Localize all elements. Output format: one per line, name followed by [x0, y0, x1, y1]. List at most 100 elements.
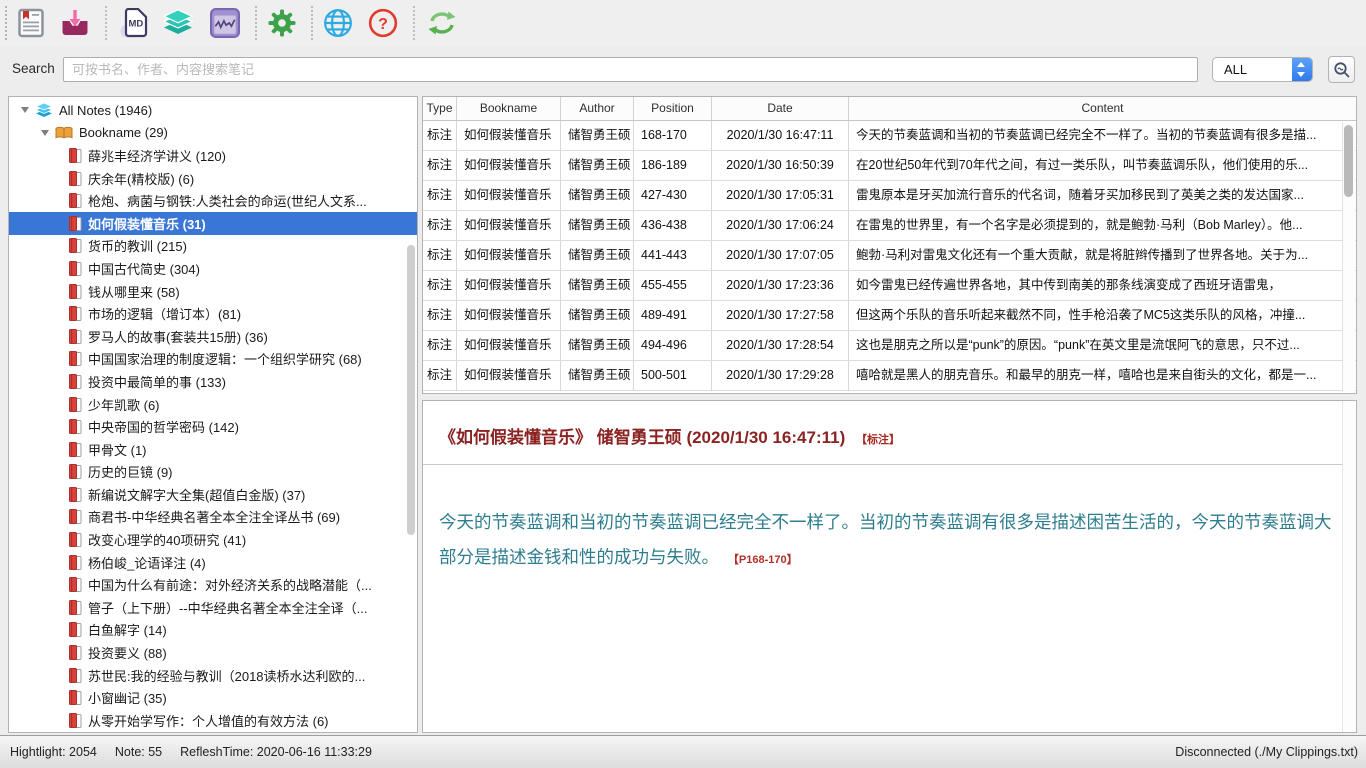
tree-item-bookname-group[interactable]: Bookname (29) — [9, 122, 417, 145]
tree-item-book[interactable]: 中国古代简史 (304) — [9, 257, 417, 280]
tree-item-book[interactable]: 管子（上下册）--中华经典名著全本全注全译（... — [9, 596, 417, 619]
column-header-content[interactable]: Content — [849, 97, 1356, 120]
tree-item-label: 历史的巨镜 (9) — [88, 462, 173, 481]
table-header: Type Bookname Author Position Date Conte… — [423, 97, 1356, 121]
search-input[interactable] — [63, 57, 1198, 82]
disclosure-triangle-icon[interactable] — [21, 107, 29, 113]
note-title-text: 《如何假装懂音乐》 储智勇王硕 (2020/1/30 16:47:11) — [439, 428, 845, 447]
tree-item-label: 苏世民:我的经验与教训（2018读桥水达利欧的... — [88, 666, 365, 685]
tree-item-label: 白鱼解字 (14) — [88, 620, 167, 639]
tree-item-book[interactable]: 中国国家治理的制度逻辑：一个组织学研究 (68) — [9, 348, 417, 371]
detail-scrollbar-track[interactable] — [1342, 401, 1356, 732]
book-icon — [69, 329, 82, 344]
toolbar-separator — [255, 6, 257, 40]
book-icon — [69, 509, 82, 524]
select-stepper-icon — [1292, 58, 1312, 81]
tree-item-book[interactable]: 中央帝国的哲学密码 (142) — [9, 415, 417, 438]
tree-item-label: Bookname (29) — [79, 125, 168, 140]
table-body: 标注 如何假装懂音乐 储智勇王硕 168-170 2020/1/30 16:47… — [423, 121, 1356, 391]
tree-item-label: All Notes (1946) — [59, 103, 152, 118]
svg-text:MD: MD — [129, 19, 144, 30]
book-tree: All Notes (1946) Bookname (29) 薛兆丰经济学讲义 … — [9, 97, 417, 732]
bookname-group-icon — [55, 126, 73, 140]
tree-item-label: 钱从哪里来 (58) — [88, 282, 180, 301]
cell-author: 储智勇王硕 — [561, 241, 634, 270]
column-header-type[interactable]: Type — [423, 97, 457, 120]
tree-item-book[interactable]: 钱从哪里来 (58) — [9, 280, 417, 303]
tree-item-book[interactable]: 新编说文解字大全集(超值白金版) (37) — [9, 483, 417, 506]
search-button[interactable] — [1328, 56, 1355, 83]
table-row[interactable]: 标注 如何假装懂音乐 储智勇王硕 168-170 2020/1/30 16:47… — [423, 121, 1356, 151]
column-header-date[interactable]: Date — [712, 97, 849, 120]
cell-author: 储智勇王硕 — [561, 121, 634, 150]
cell-date: 2020/1/30 17:23:36 — [712, 271, 849, 300]
cell-bookname: 如何假装懂音乐 — [457, 301, 561, 330]
sidebar: All Notes (1946) Bookname (29) 薛兆丰经济学讲义 … — [8, 96, 418, 733]
tree-item-book[interactable]: 杨伯峻_论语译注 (4) — [9, 551, 417, 574]
column-header-author[interactable]: Author — [561, 97, 634, 120]
tree-item-book[interactable]: 甲骨文 (1) — [9, 438, 417, 461]
website-globe-icon[interactable] — [323, 8, 353, 38]
tree-item-book[interactable]: 白鱼解字 (14) — [9, 619, 417, 642]
sync-refresh-icon[interactable] — [427, 8, 457, 38]
table-scrollbar-track[interactable] — [1342, 122, 1355, 392]
search-scope-select[interactable]: ALL — [1212, 57, 1313, 82]
tree-item-book[interactable]: 投资中最简单的事 (133) — [9, 370, 417, 393]
clippings-document-icon[interactable] — [16, 8, 46, 38]
tree-item-label: 货币的教训 (215) — [88, 236, 187, 255]
table-row[interactable]: 标注 如何假装懂音乐 储智勇王硕 500-501 2020/1/30 17:29… — [423, 361, 1356, 391]
toolbar-separator — [413, 6, 415, 40]
tree-item-book[interactable]: 从零开始学写作：个人增值的有效方法 (6) — [9, 709, 417, 732]
help-icon[interactable]: ? — [368, 8, 398, 38]
book-icon — [69, 351, 82, 366]
book-icon — [69, 464, 82, 479]
column-header-position[interactable]: Position — [634, 97, 712, 120]
table-row[interactable]: 标注 如何假装懂音乐 储智勇王硕 441-443 2020/1/30 17:07… — [423, 241, 1356, 271]
tree-item-book[interactable]: 投资要义 (88) — [9, 641, 417, 664]
tree-item-book[interactable]: 小窗幽记 (35) — [9, 686, 417, 709]
tree-item-book[interactable]: 历史的巨镜 (9) — [9, 461, 417, 484]
book-icon — [69, 645, 82, 660]
book-icon — [69, 284, 82, 299]
column-header-bookname[interactable]: Bookname — [457, 97, 561, 120]
status-reflesh-time: RefleshTime: 2020-06-16 11:33:29 — [180, 745, 372, 759]
tree-item-all-notes[interactable]: All Notes (1946) — [9, 99, 417, 122]
status-connection: Disconnected (./My Clippings.txt) — [1175, 745, 1358, 759]
settings-gear-icon[interactable] — [267, 8, 297, 38]
sidebar-scrollbar-thumb[interactable] — [407, 245, 415, 535]
statistics-icon[interactable] — [210, 8, 240, 38]
cell-date: 2020/1/30 17:06:24 — [712, 211, 849, 240]
tree-item-book[interactable]: 改变心理学的40项研究 (41) — [9, 528, 417, 551]
cell-author: 储智勇王硕 — [561, 151, 634, 180]
merge-layers-icon[interactable] — [163, 8, 193, 38]
tree-item-book[interactable]: 罗马人的故事(套装共15册) (36) — [9, 325, 417, 348]
table-row[interactable]: 标注 如何假装懂音乐 储智勇王硕 186-189 2020/1/30 16:50… — [423, 151, 1356, 181]
disclosure-triangle-icon[interactable] — [41, 130, 49, 136]
tree-item-book[interactable]: 枪炮、病菌与钢铁:人类社会的命运(世纪人文系... — [9, 189, 417, 212]
toolbar: MD ? — [0, 0, 1366, 46]
all-notes-icon — [35, 102, 53, 118]
import-clippings-icon[interactable] — [60, 8, 90, 38]
tree-item-book[interactable]: 如何假装懂音乐 (31) — [9, 212, 417, 235]
tree-item-label: 中国为什么有前途：对外经济关系的战略潜能（... — [88, 575, 372, 594]
status-bar: Hightlight: 2054 Note: 55 RefleshTime: 2… — [0, 735, 1366, 768]
table-row[interactable]: 标注 如何假装懂音乐 储智勇王硕 427-430 2020/1/30 17:05… — [423, 181, 1356, 211]
tree-item-book[interactable]: 少年凯歌 (6) — [9, 393, 417, 416]
table-row[interactable]: 标注 如何假装懂音乐 储智勇王硕 494-496 2020/1/30 17:28… — [423, 331, 1356, 361]
tree-item-book[interactable]: 商君书-中华经典名著全本全注全译丛书 (69) — [9, 506, 417, 529]
cell-type: 标注 — [423, 301, 457, 330]
table-scrollbar-thumb[interactable] — [1344, 125, 1353, 197]
tree-item-book[interactable]: 薛兆丰经济学讲义 (120) — [9, 144, 417, 167]
tree-item-book[interactable]: 市场的逻辑（增订本）(81) — [9, 302, 417, 325]
tree-item-book[interactable]: 货币的教训 (215) — [9, 235, 417, 258]
tree-item-book[interactable]: 苏世民:我的经验与教训（2018读桥水达利欧的... — [9, 664, 417, 687]
table-row[interactable]: 标注 如何假装懂音乐 储智勇王硕 455-455 2020/1/30 17:23… — [423, 271, 1356, 301]
tree-item-label: 投资中最简单的事 (133) — [88, 372, 226, 391]
tree-item-book[interactable]: 中国为什么有前途：对外经济关系的战略潜能（... — [9, 573, 417, 596]
cell-position: 500-501 — [634, 361, 712, 390]
markdown-export-icon[interactable]: MD — [119, 8, 149, 38]
tree-item-label: 中国国家治理的制度逻辑：一个组织学研究 (68) — [88, 349, 362, 368]
tree-item-book[interactable]: 庆余年(精校版) (6) — [9, 167, 417, 190]
table-row[interactable]: 标注 如何假装懂音乐 储智勇王硕 489-491 2020/1/30 17:27… — [423, 301, 1356, 331]
table-row[interactable]: 标注 如何假装懂音乐 储智勇王硕 436-438 2020/1/30 17:06… — [423, 211, 1356, 241]
